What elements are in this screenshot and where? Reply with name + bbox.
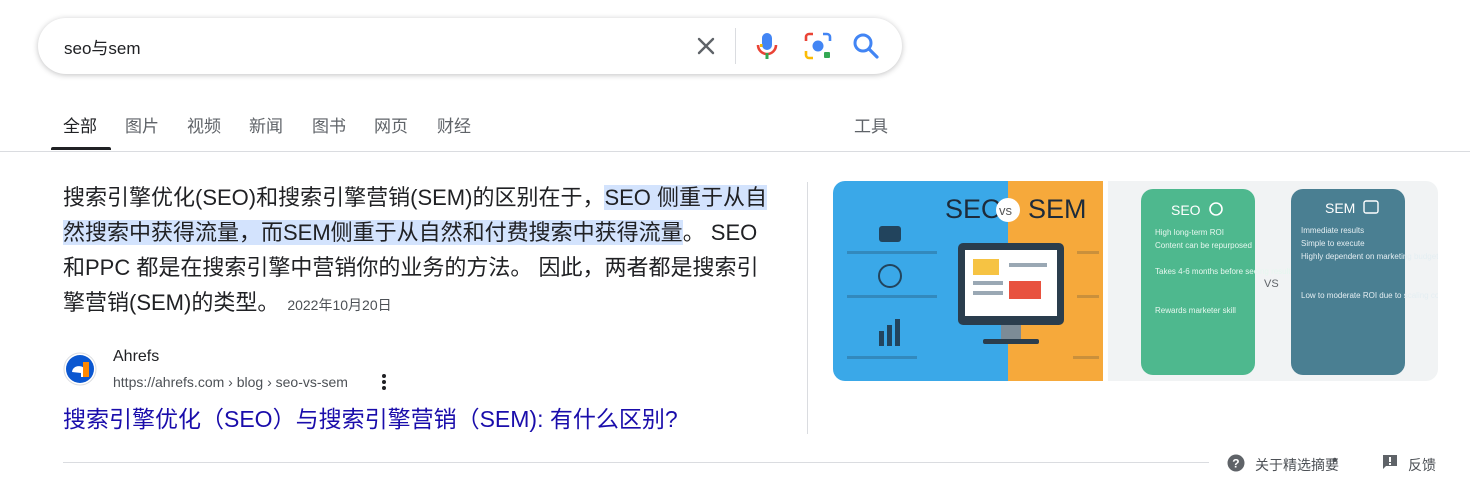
tab-books[interactable]: 图书 xyxy=(312,112,346,137)
sem-item-4: Low to moderate ROI due to scaling costs xyxy=(1301,291,1438,300)
sem-item-1: Immediate results xyxy=(1301,226,1364,235)
snippet-text-part1: 搜索引擎优化(SEO)和搜索引擎营销(SEM)的区别在于， xyxy=(63,185,605,210)
svg-text:?: ? xyxy=(1232,457,1239,471)
ahrefs-favicon[interactable] xyxy=(63,352,97,386)
more-options-icon[interactable] xyxy=(378,372,390,392)
tools-button[interactable]: 工具 xyxy=(854,112,888,137)
help-icon[interactable]: ? xyxy=(1227,454,1245,472)
search-box-divider xyxy=(735,28,736,64)
search-input[interactable] xyxy=(64,34,664,58)
result-title-link[interactable]: 搜索引擎优化（SEO）与搜索引擎营销（SEM): 有什么区别? xyxy=(63,400,678,434)
card-seo-title: SEO xyxy=(1171,202,1201,218)
sem-item-2: Simple to execute xyxy=(1301,239,1365,248)
search-box xyxy=(38,18,902,74)
snippet-date: 2022年10月20日 xyxy=(287,297,392,313)
seo-item-1: High long-term ROI xyxy=(1155,228,1224,237)
seo-item-2: Content can be repurposed xyxy=(1155,241,1252,250)
feedback-link[interactable]: 反馈 xyxy=(1408,455,1436,475)
about-featured-snippets-link[interactable]: 关于精选摘要 xyxy=(1255,455,1339,475)
feedback-icon[interactable] xyxy=(1382,454,1398,470)
tab-videos[interactable]: 视频 xyxy=(187,112,221,137)
sem-item-3: Highly dependent on marketing budget xyxy=(1301,252,1438,261)
image-vs-label: vs xyxy=(999,203,1013,218)
featured-snippet-text: 搜索引擎优化(SEO)和搜索引擎营销(SEM)的区别在于，SEO 侧重于从自然搜… xyxy=(63,180,775,323)
footer-divider xyxy=(63,462,1209,463)
google-lens-icon[interactable] xyxy=(802,30,834,62)
image-sem-label: SEM xyxy=(1028,194,1087,224)
tab-all[interactable]: 全部 xyxy=(63,112,97,137)
image-seo-label: SEO xyxy=(945,194,1002,224)
tab-web[interactable]: 网页 xyxy=(374,112,408,137)
tab-finance[interactable]: 财经 xyxy=(437,112,471,137)
seo-item-3: Takes 4-6 months before seeing results xyxy=(1155,267,1295,276)
tab-images[interactable]: 图片 xyxy=(125,112,159,137)
card-sem-title: SEM xyxy=(1325,200,1355,216)
source-site-name[interactable]: Ahrefs xyxy=(113,348,159,366)
footer-separator: • xyxy=(1332,452,1338,469)
column-divider xyxy=(807,182,808,434)
seo-item-4: Rewards marketer skill xyxy=(1155,306,1236,315)
active-tab-indicator xyxy=(51,147,111,150)
microphone-icon[interactable] xyxy=(752,30,782,62)
clear-icon[interactable] xyxy=(692,32,720,60)
tabs-divider xyxy=(0,151,1470,152)
tab-news[interactable]: 新闻 xyxy=(249,112,283,137)
snippet-image[interactable]: SEO vs SEM SEO High long-term ROI Conten… xyxy=(833,181,1438,381)
source-url[interactable]: https://ahrefs.com › blog › seo-vs-sem xyxy=(113,374,348,390)
search-icon[interactable] xyxy=(850,30,882,62)
card-vs-label: VS xyxy=(1264,278,1279,290)
